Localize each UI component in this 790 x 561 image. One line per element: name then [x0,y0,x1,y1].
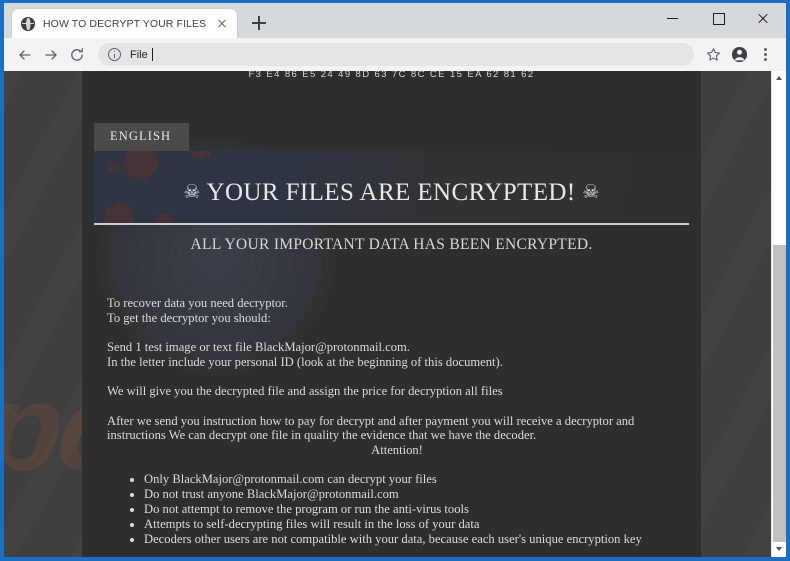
list-item: Attempts to self-decrypting files will r… [144,517,690,532]
browser-tab[interactable]: HOW TO DECRYPT YOUR FILES [12,9,238,38]
globe-icon [21,16,35,31]
close-window-button[interactable] [741,3,786,33]
instructions-line: Send 1 test image or text file BlackMajo… [107,340,410,355]
text-caret [151,48,153,61]
list-item: Decoders other users are not compatible … [144,532,690,547]
instructions-line: instructions We can decrypt one file in … [107,428,537,443]
hex-id-strip: F3 E4 86 E5 24 49 8D 63 7C 8C CE 15 EA 6… [82,71,701,93]
page-title-text: YOUR FILES ARE ENCRYPTED! [206,179,576,206]
warning-list: Only BlackMajor@protonmail.com can decry… [130,472,690,547]
reload-icon[interactable] [64,42,90,68]
new-tab-button[interactable] [247,11,271,35]
decorative-blob [108,161,120,173]
list-item: Do not attempt to remove the program or … [144,502,690,517]
browser-title-bar: HOW TO DECRYPT YOUR FILES [4,3,786,38]
instructions-paragraph-3: We will give you the decrypted file and … [107,384,687,399]
page-title: ☠ YOUR FILES ARE ENCRYPTED! ☠ [94,179,689,207]
instructions-line: We will give you the decrypted file and … [107,384,503,399]
vertical-scrollbar[interactable] [771,71,786,557]
star-icon[interactable] [700,42,726,68]
browser-window-frame: HOW TO DECRYPT YOUR FILES File F3 E4 86 … [0,0,790,561]
instructions-line: To get the decryptor you should: [107,310,271,325]
list-item: Only BlackMajor@protonmail.com can decry… [144,472,690,487]
ransom-note-panel: ENGLISH ☠ YOUR FILES ARE ENCRYPTED! ☠ AL… [82,93,701,557]
instructions-paragraph-2: Send 1 test image or text file BlackMajo… [107,340,687,369]
forward-arrow-icon[interactable] [38,42,64,68]
instructions-line: To recover data you need decryptor. [107,296,288,310]
skull-icon-left: ☠ [183,182,201,203]
instructions-line: In the letter include your personal ID (… [107,354,503,369]
instructions-paragraph-4: After we send you instruction how to pay… [107,414,687,458]
back-arrow-icon[interactable] [12,42,38,68]
list-item: Do not trust anyone BlackMajor@protonmai… [144,487,690,502]
instructions-line: After we send you instruction how to pay… [107,413,635,428]
ransom-note-page: pcrisk.com F3 E4 86 E5 24 49 8D 63 7C 8C… [4,71,771,557]
scrollbar-thumb[interactable] [773,245,786,542]
tab-title: HOW TO DECRYPT YOUR FILES [43,17,207,30]
browser-toolbar: File [4,38,786,71]
browser-window: HOW TO DECRYPT YOUR FILES File F3 E4 86 … [4,3,786,557]
close-icon[interactable] [214,16,230,32]
language-tab-english[interactable]: ENGLISH [94,123,190,151]
account-icon[interactable] [726,42,752,68]
scroll-up-arrow[interactable] [772,71,786,86]
language-tab-bar: ENGLISH [94,123,190,151]
address-bar-value: File [130,48,148,61]
note-body-text: To recover data you need decryptor. To g… [107,296,687,458]
tab-strip: HOW TO DECRYPT YOUR FILES [12,9,271,38]
skull-icon-right: ☠ [582,182,600,203]
decorative-blob [124,151,158,179]
page-subtitle: ALL YOUR IMPORTANT DATA HAS BEEN ENCRYPT… [190,236,593,253]
maximize-button[interactable] [696,3,741,33]
decorative-blob [190,151,212,159]
info-circle-icon[interactable] [108,48,121,61]
address-bar[interactable]: File [98,43,694,66]
scroll-down-arrow[interactable] [772,542,786,557]
note-header-band: ☠ YOUR FILES ARE ENCRYPTED! ☠ [94,151,689,224]
title-divider [94,223,689,225]
instructions-paragraph-1: To recover data you need decryptor. To g… [107,296,687,325]
three-dot-menu-icon[interactable] [752,42,778,68]
minimize-button[interactable] [651,3,696,33]
window-controls [651,3,786,33]
page-viewport: pcrisk.com F3 E4 86 E5 24 49 8D 63 7C 8C… [4,71,786,557]
attention-heading: Attention! [371,442,423,457]
